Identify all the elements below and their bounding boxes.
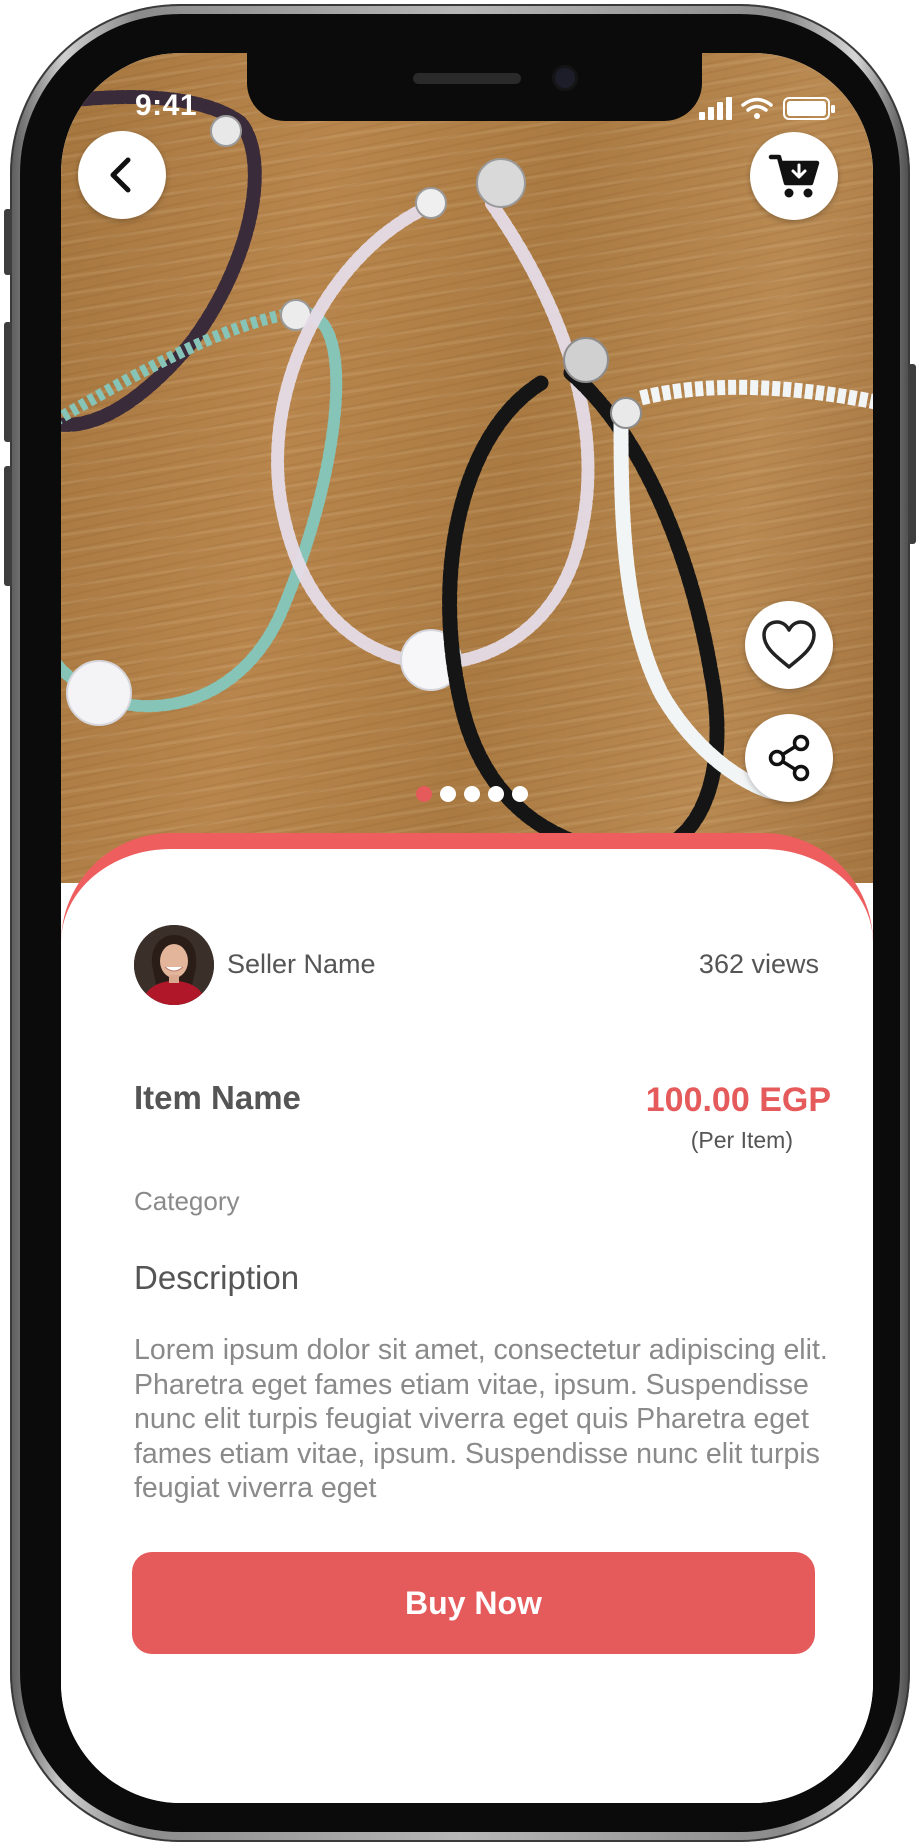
power-button (908, 364, 916, 544)
product-details-sheet: Seller Name 362 views Item Name 100.00 E… (61, 833, 873, 1803)
item-price: 100.00 EGP (645, 1081, 831, 1119)
wifi-icon (741, 97, 773, 119)
pagination-dot[interactable] (464, 786, 480, 802)
seller-photo (134, 925, 214, 1005)
pagination-dot[interactable] (440, 786, 456, 802)
heart-icon (762, 620, 816, 669)
description-heading: Description (134, 1259, 300, 1296)
silent-switch (4, 209, 12, 275)
item-name: Item Name (134, 1079, 301, 1116)
price-unit: (Per Item) (690, 1127, 793, 1153)
favorite-button[interactable] (745, 601, 833, 689)
seller-name[interactable]: Seller Name (227, 949, 376, 980)
image-pagination (416, 786, 528, 802)
pagination-dot[interactable] (512, 786, 528, 802)
device-notch (247, 53, 702, 121)
pagination-dot-active[interactable] (416, 786, 432, 802)
seller-avatar[interactable] (134, 925, 214, 1005)
chevron-left-icon (110, 157, 131, 193)
volume-down-button (4, 466, 12, 586)
app-screen: 9:41 Seller Name 362 views Item Name 100… (61, 53, 873, 1803)
signal-icon (699, 97, 732, 120)
front-camera (552, 65, 578, 91)
pagination-dot[interactable] (488, 786, 504, 802)
status-time: 9:41 (135, 89, 198, 122)
description-text: Lorem ipsum dolor sit amet, consectetur … (134, 1334, 828, 1504)
view-count: 362 views (698, 949, 819, 979)
share-button[interactable] (745, 714, 833, 802)
item-category: Category (134, 1186, 240, 1216)
share-icon (768, 734, 810, 782)
volume-up-button (4, 322, 12, 442)
status-icons (699, 95, 839, 121)
speaker-grille (413, 73, 521, 84)
cart-button[interactable] (750, 132, 838, 220)
back-button[interactable] (78, 131, 166, 219)
battery-icon (783, 97, 835, 120)
cart-download-icon (768, 154, 820, 198)
buy-now-button[interactable]: Buy Now (132, 1552, 815, 1654)
phone-frame: 9:41 Seller Name 362 views Item Name 100… (4, 4, 916, 1842)
